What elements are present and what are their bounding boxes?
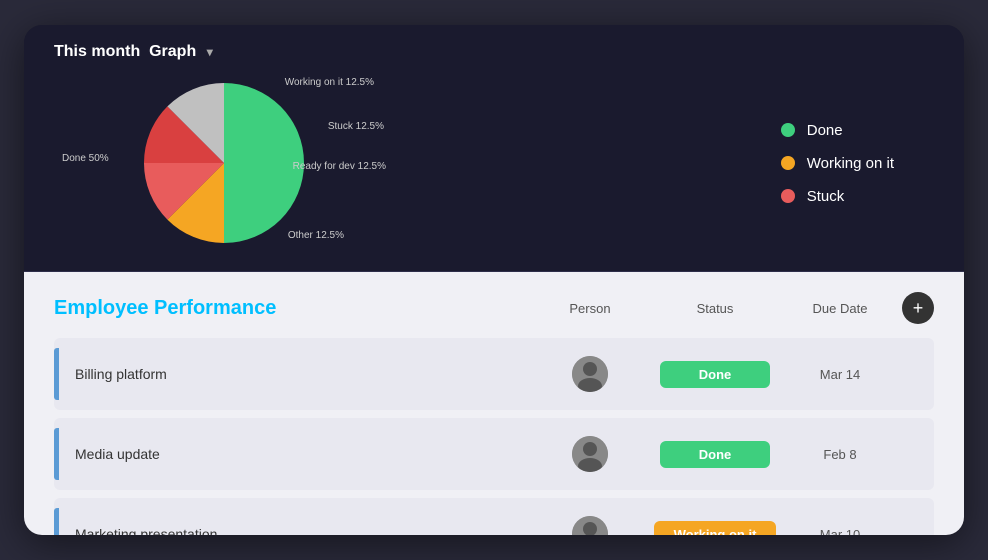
chart-body: Working on it 12.5% Stuck 12.5% Ready fo… — [54, 73, 934, 253]
row-name: Media update — [59, 446, 540, 462]
status-cell: Done — [640, 441, 790, 468]
table-section: Employee Performance Person Status Due D… — [24, 272, 964, 535]
status-cell: Done — [640, 361, 790, 388]
legend-dot-done — [781, 123, 795, 137]
label-done: Done 50% — [62, 153, 109, 164]
status-badge: Done — [660, 361, 770, 388]
table-row: Media update Done Feb 8 — [54, 418, 934, 490]
legend-item-working: Working on it — [781, 155, 894, 172]
avatar — [540, 356, 640, 392]
legend-label-done: Done — [807, 122, 843, 139]
table-title: Employee Performance — [54, 297, 540, 320]
due-cell: Mar 10 — [790, 527, 890, 536]
pie-labels: Working on it 12.5% Stuck 12.5% Ready fo… — [54, 73, 394, 253]
legend-label-stuck: Stuck — [807, 188, 845, 205]
chart-title: This month Graph ▾ — [54, 43, 213, 61]
table-row: Billing platform Done Mar 14 — [54, 338, 934, 410]
dropdown-arrow-icon[interactable]: ▾ — [207, 45, 213, 59]
legend-item-done: Done — [781, 122, 894, 139]
table-row: Marketing presentation Working on it Mar… — [54, 498, 934, 535]
status-badge: Working on it — [654, 521, 777, 536]
avatar-image — [572, 516, 608, 535]
label-working-on-it: Working on it 12.5% — [285, 77, 374, 88]
col-header-due: Due Date — [790, 301, 890, 316]
chart-title-row: This month Graph ▾ — [54, 43, 934, 61]
due-cell: Feb 8 — [790, 447, 890, 462]
person-icon — [572, 356, 608, 392]
chart-title-normal: This month — [54, 43, 140, 60]
row-name: Marketing presentation — [59, 526, 540, 535]
row-name: Billing platform — [59, 366, 540, 382]
person-icon — [572, 436, 608, 472]
avatar-image — [572, 436, 608, 472]
avatar — [540, 436, 640, 472]
chart-title-bold: Graph — [149, 43, 196, 60]
legend-dot-working — [781, 156, 795, 170]
table-header-row: Employee Performance Person Status Due D… — [54, 292, 934, 324]
due-cell: Mar 14 — [790, 367, 890, 382]
add-row-button[interactable]: + — [902, 292, 934, 324]
device-frame: This month Graph ▾ — [24, 25, 964, 535]
avatar-image — [572, 356, 608, 392]
person-icon — [572, 516, 608, 535]
status-badge: Done — [660, 441, 770, 468]
status-cell: Working on it — [640, 521, 790, 536]
chart-legend: Done Working on it Stuck — [781, 122, 894, 205]
col-header-status: Status — [640, 301, 790, 316]
label-ready-for-dev: Ready for dev 12.5% — [293, 161, 386, 172]
legend-item-stuck: Stuck — [781, 188, 894, 205]
avatar — [540, 516, 640, 535]
legend-label-working: Working on it — [807, 155, 894, 172]
chart-section: This month Graph ▾ — [24, 25, 964, 272]
col-header-person: Person — [540, 301, 640, 316]
legend-dot-stuck — [781, 189, 795, 203]
pie-chart-container: Working on it 12.5% Stuck 12.5% Ready fo… — [54, 73, 394, 253]
label-other: Other 12.5% — [288, 230, 344, 241]
label-stuck: Stuck 12.5% — [328, 121, 384, 132]
